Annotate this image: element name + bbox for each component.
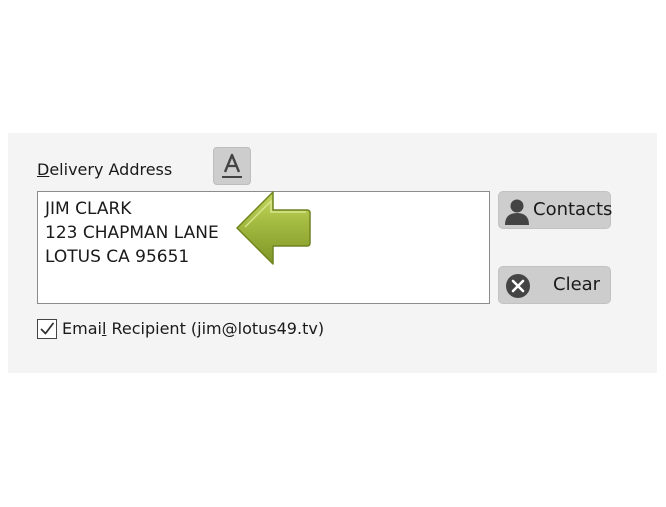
label-text: elivery Address: [49, 160, 173, 179]
email-label-post: Recipient (jim@lotus49.tv): [106, 319, 325, 338]
email-recipient-checkbox[interactable]: [37, 319, 57, 339]
email-label-pre: Emai: [62, 319, 102, 338]
font-format-icon: [222, 153, 242, 178]
label-mnemonic: D: [37, 160, 50, 179]
contacts-button-label: Contacts: [533, 199, 613, 220]
clear-button-label: Clear: [553, 274, 601, 295]
delivery-address-label: Delivery Address: [37, 158, 172, 182]
close-circle-icon: [506, 274, 530, 298]
checkmark-icon: [40, 322, 54, 335]
clear-button[interactable]: Clear: [498, 266, 611, 304]
person-icon: [505, 199, 529, 225]
left-arrow-icon: [236, 191, 311, 265]
email-recipient-label[interactable]: Email Recipient (jim@lotus49.tv): [62, 318, 324, 340]
font-format-button[interactable]: [213, 147, 251, 185]
contacts-button[interactable]: Contacts: [498, 191, 613, 229]
